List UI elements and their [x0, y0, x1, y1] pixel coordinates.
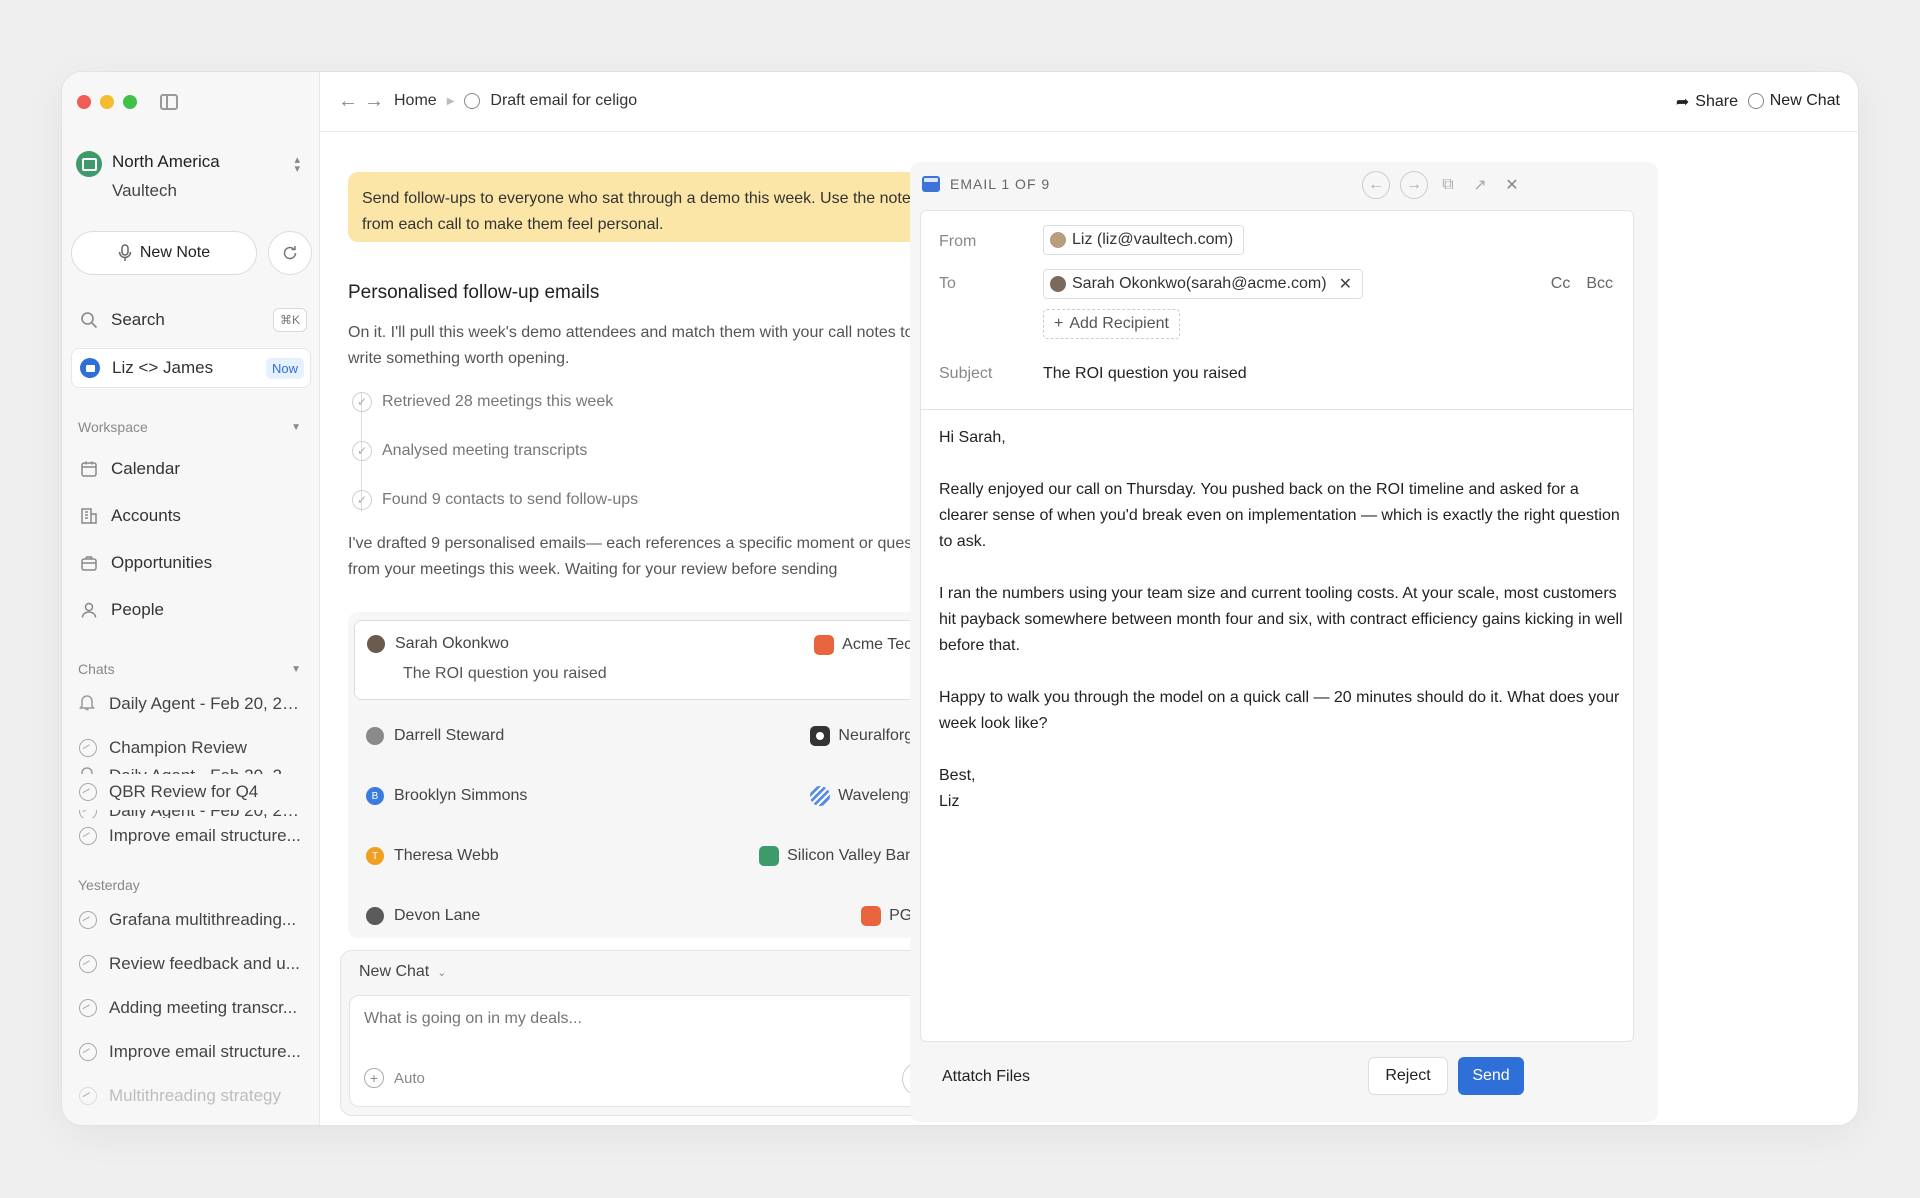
- step-label: Retrieved 28 meetings this week: [382, 393, 614, 410]
- add-attachment-icon[interactable]: +: [364, 1068, 384, 1088]
- model-label: Auto: [394, 1069, 425, 1087]
- add-recipient-label: Add Recipient: [1069, 315, 1169, 332]
- response-intro: On it. I'll pull this week's demo attend…: [348, 324, 914, 367]
- plus-icon: +: [1054, 315, 1064, 332]
- remove-recipient-icon[interactable]: ✕: [1339, 274, 1352, 294]
- contact-name: Darrell Steward: [394, 727, 505, 744]
- check-icon: ✓: [352, 392, 372, 412]
- chat-mode-label: New Chat: [359, 963, 430, 980]
- response-summary: I've drafted 9 personalised emails— each…: [348, 535, 939, 578]
- chat-input[interactable]: [364, 1010, 864, 1028]
- contact-row[interactable]: Devon Lane PGT: [354, 886, 934, 938]
- subject-label: Subject: [939, 365, 993, 382]
- chat-composer: New Chat ⌄ + Auto →: [340, 950, 956, 1116]
- expand-icon[interactable]: ↗: [1466, 171, 1494, 199]
- cc-bcc: Cc Bcc: [1551, 275, 1613, 293]
- avatar: B: [366, 787, 384, 805]
- check-icon: ✓: [352, 490, 372, 510]
- company-name: Silicon Valley Bank: [787, 847, 922, 864]
- company-logo-icon: [861, 906, 882, 926]
- prev-email-button[interactable]: ←: [1362, 171, 1390, 199]
- contact-row[interactable]: B Brooklyn Simmons Wavelength: [354, 766, 934, 826]
- step-label: Analysed meeting transcripts: [382, 442, 588, 459]
- model-selector[interactable]: + Auto: [364, 1068, 425, 1088]
- check-icon: ✓: [352, 441, 372, 461]
- avatar: [367, 635, 385, 653]
- contact-name: Sarah Okonkwo: [395, 635, 509, 652]
- avatar: [366, 727, 384, 745]
- body-paragraph: Happy to walk you through the model on a…: [939, 689, 1620, 732]
- contact-row[interactable]: Darrell Steward Neuralforge: [354, 706, 934, 766]
- body-paragraph: Really enjoyed our call on Thursday. You…: [939, 481, 1620, 550]
- from-chip[interactable]: Liz (liz@vaultech.com): [1043, 225, 1245, 255]
- step-item: ✓ Analysed meeting transcripts: [352, 441, 587, 461]
- company: Neuralforge: [810, 726, 922, 746]
- contact-row[interactable]: T Theresa Webb Silicon Valley Bank: [354, 826, 934, 886]
- avatar: [1050, 276, 1066, 292]
- company: Silicon Valley Bank: [759, 846, 922, 866]
- company-logo-icon: [814, 635, 835, 655]
- avatar: [366, 907, 384, 925]
- company-logo-icon: [810, 726, 831, 746]
- close-icon[interactable]: ✕: [1498, 171, 1526, 199]
- body-paragraph: Hi Sarah,: [939, 429, 1006, 446]
- divider: [921, 409, 1633, 410]
- chat-mode-dropdown[interactable]: New Chat ⌄: [359, 963, 446, 981]
- user-prompt-bubble: Send follow-ups to everyone who sat thro…: [348, 172, 938, 242]
- company: Wavelength: [810, 786, 922, 806]
- email-card: From Liz (liz@vaultech.com) To Sarah Oko…: [920, 210, 1634, 1042]
- attach-files-button[interactable]: Attatch Files: [942, 1068, 1030, 1086]
- company: Acme Tech: [814, 635, 921, 655]
- body-paragraph: I ran the numbers using your team size a…: [939, 585, 1623, 654]
- reject-button[interactable]: Reject: [1368, 1057, 1448, 1095]
- to-value: Sarah Okonkwo(sarah@acme.com): [1072, 275, 1327, 292]
- contacts-list: Sarah Okonkwo Acme Tech The ROI question…: [348, 612, 940, 938]
- avatar: T: [366, 847, 384, 865]
- email-counter-label: EMAIL 1 OF 9: [950, 176, 1051, 192]
- chevron-down-icon: ⌄: [437, 966, 447, 979]
- contact-subject: The ROI question you raised: [403, 665, 607, 682]
- signature: Liz: [939, 793, 960, 810]
- next-email-button[interactable]: →: [1400, 171, 1428, 199]
- bcc-button[interactable]: Bcc: [1586, 275, 1613, 293]
- from-value: Liz (liz@vaultech.com): [1072, 231, 1234, 248]
- contact-name: Devon Lane: [394, 907, 481, 924]
- composer-box: + Auto →: [349, 995, 947, 1107]
- email-counter: EMAIL 1 OF 9: [922, 176, 1050, 192]
- contact-name: Theresa Webb: [394, 847, 499, 864]
- mail-icon: [922, 176, 940, 192]
- avatar: [1050, 232, 1066, 248]
- email-body[interactable]: Hi Sarah, Really enjoyed our call on Thu…: [939, 425, 1629, 815]
- contact-name: Brooklyn Simmons: [394, 787, 528, 804]
- send-button[interactable]: Send: [1458, 1057, 1524, 1095]
- company-logo-icon: [759, 846, 780, 866]
- from-label: From: [939, 233, 977, 250]
- step-item: ✓ Retrieved 28 meetings this week: [352, 392, 613, 412]
- response-title: Personalised follow-up emails: [348, 282, 600, 303]
- to-chip[interactable]: Sarah Okonkwo(sarah@acme.com) ✕: [1043, 269, 1363, 299]
- step-item: ✓ Found 9 contacts to send follow-ups: [352, 490, 638, 510]
- step-label: Found 9 contacts to send follow-ups: [382, 491, 639, 508]
- company-logo-icon: [810, 786, 831, 806]
- cc-button[interactable]: Cc: [1551, 275, 1571, 293]
- subject-field[interactable]: The ROI question you raised: [1043, 365, 1247, 383]
- to-label: To: [939, 275, 956, 292]
- copy-icon[interactable]: ⧉: [1434, 171, 1462, 199]
- signoff: Best,: [939, 767, 976, 784]
- contact-row-selected[interactable]: Sarah Okonkwo Acme Tech The ROI question…: [354, 620, 934, 700]
- add-recipient-button[interactable]: + Add Recipient: [1043, 309, 1180, 339]
